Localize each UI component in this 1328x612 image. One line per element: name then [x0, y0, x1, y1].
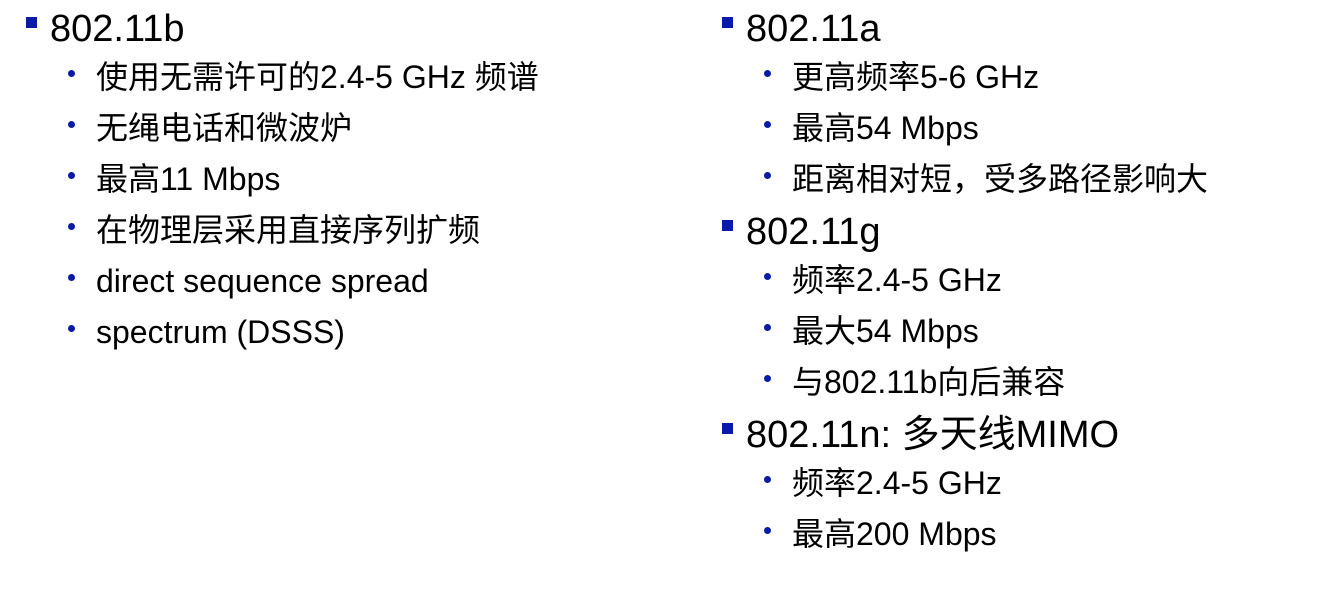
section-heading-802-11n: 802.11n: 多天线MIMO: [720, 406, 1320, 456]
list-item: 更高频率5-6 GHz: [720, 50, 1320, 101]
square-bullet-icon: [722, 17, 733, 28]
list-item: direct sequence spread: [24, 254, 664, 305]
round-bullet-icon: [764, 527, 771, 534]
list-item-text: 最高11 Mbps: [96, 161, 281, 197]
round-bullet-icon: [68, 121, 75, 128]
round-bullet-icon: [68, 223, 75, 230]
round-bullet-icon: [68, 172, 75, 179]
square-bullet-icon: [722, 220, 733, 231]
round-bullet-icon: [764, 121, 771, 128]
list-item: 使用无需许可的2.4-5 GHz 频谱: [24, 50, 664, 101]
list-item-text: 更高频率5-6 GHz: [792, 59, 1040, 95]
round-bullet-icon: [68, 274, 75, 281]
list-item: 最高200 Mbps: [720, 507, 1320, 558]
heading-text: 802.11b: [50, 8, 185, 50]
list-item-text: 最高200 Mbps: [792, 516, 997, 552]
list-item: spectrum (DSSS): [24, 305, 664, 356]
list-item-text: 最大54 Mbps: [792, 313, 979, 349]
list-item: 最高11 Mbps: [24, 152, 664, 203]
list-item: 最大54 Mbps: [720, 304, 1320, 355]
round-bullet-icon: [764, 375, 771, 382]
list-item-text: 最高54 Mbps: [792, 110, 979, 146]
square-bullet-icon: [722, 423, 733, 434]
list-item-text: 无绳电话和微波炉: [96, 110, 353, 146]
list-item-text: 在物理层采用直接序列扩频: [96, 212, 481, 248]
list-item: 最高54 Mbps: [720, 101, 1320, 152]
list-item-text: 距离相对短，受多路径影响大: [792, 161, 1209, 197]
list-item: 在物理层采用直接序列扩频: [24, 203, 664, 254]
round-bullet-icon: [764, 172, 771, 179]
round-bullet-icon: [68, 325, 75, 332]
section-heading-802-11g: 802.11g: [720, 203, 1320, 253]
list-item-text: 使用无需许可的2.4-5 GHz 频谱: [96, 59, 539, 95]
square-bullet-icon: [26, 17, 37, 28]
list-item: 频率2.4-5 GHz: [720, 253, 1320, 304]
list-item: 距离相对短，受多路径影响大: [720, 152, 1320, 203]
list-item-text: 与802.11b向后兼容: [792, 364, 1066, 400]
section-heading-802-11a: 802.11a: [720, 0, 1320, 50]
heading-text: 802.11n: 多天线MIMO: [746, 414, 1120, 456]
round-bullet-icon: [764, 273, 771, 280]
list-item-text: spectrum (DSSS): [96, 314, 345, 350]
round-bullet-icon: [68, 70, 75, 77]
round-bullet-icon: [764, 476, 771, 483]
round-bullet-icon: [764, 70, 771, 77]
right-column: 802.11a 更高频率5-6 GHz 最高54 Mbps 距离相对短，受多路径…: [720, 0, 1320, 558]
section-heading-802-11b: 802.11b: [24, 0, 664, 50]
list-item: 与802.11b向后兼容: [720, 355, 1320, 406]
list-item-text: 频率2.4-5 GHz: [792, 465, 1002, 501]
list-item: 频率2.4-5 GHz: [720, 456, 1320, 507]
list-item-text: 频率2.4-5 GHz: [792, 262, 1002, 298]
round-bullet-icon: [764, 324, 771, 331]
list-item: 无绳电话和微波炉: [24, 101, 664, 152]
left-column: 802.11b 使用无需许可的2.4-5 GHz 频谱 无绳电话和微波炉 最高1…: [24, 0, 664, 356]
list-item-text: direct sequence spread: [96, 263, 429, 299]
heading-text: 802.11g: [746, 211, 881, 253]
heading-text: 802.11a: [746, 8, 881, 50]
